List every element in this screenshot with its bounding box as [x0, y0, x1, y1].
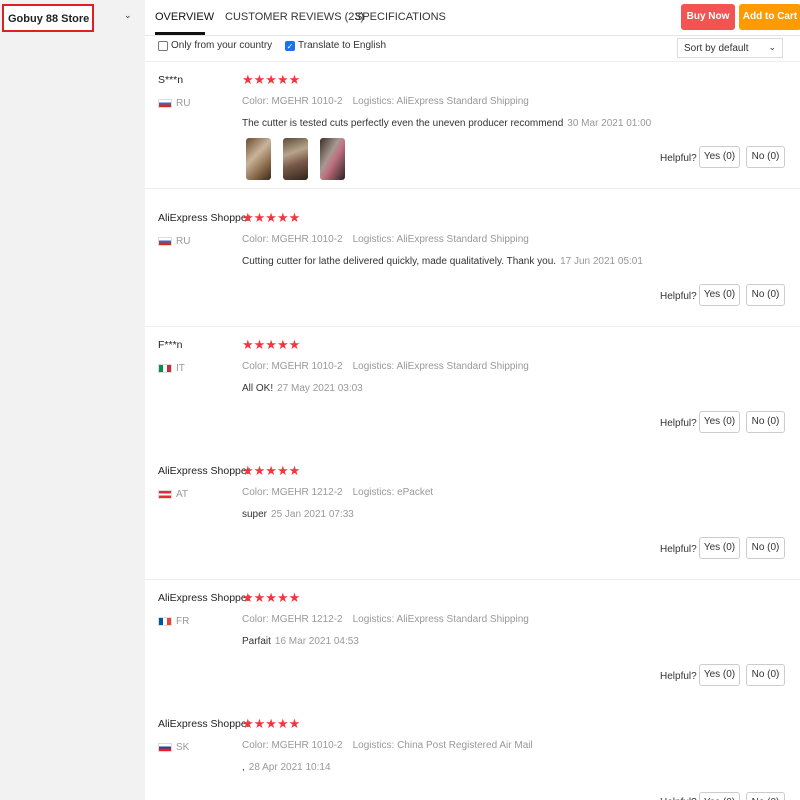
helpful-label: Helpful? — [660, 291, 697, 302]
review-meta: Color: MGEHR 1010-2 Logistics: AliExpress… — [242, 96, 529, 107]
filter-bar: Only from your country ✓ Translate to En… — [145, 36, 800, 62]
store-panel: Gobuy 88 Store ⌄ — [0, 0, 145, 800]
reviewer-name: S***n — [158, 74, 184, 86]
translate-checkbox[interactable]: ✓ — [285, 41, 295, 51]
helpful-label: Helpful? — [660, 671, 697, 682]
review-date: 28 Apr 2021 10:14 — [248, 762, 331, 773]
helpful-no-button[interactable]: No (0) — [746, 792, 785, 800]
tab-overview[interactable]: OVERVIEW — [155, 11, 214, 23]
rating-stars: ★★★★★ — [242, 463, 301, 478]
helpful-yes-button[interactable]: Yes (0) — [699, 664, 740, 686]
helpful-yes-button[interactable]: Yes (0) — [699, 537, 740, 559]
helpful-yes-button[interactable]: Yes (0) — [699, 411, 740, 433]
rating-stars: ★★★★★ — [242, 337, 301, 352]
helpful-label: Helpful? — [660, 153, 697, 164]
rating-stars: ★★★★★ — [242, 72, 301, 87]
flag-ru-icon — [158, 99, 172, 108]
review-meta: Color: MGEHR 1010-2 Logistics: China Post… — [242, 740, 533, 751]
only-country-checkbox[interactable] — [158, 41, 168, 51]
review-text: All OK! 27 May 2021 03:03 — [242, 383, 363, 394]
rating-stars: ★★★★★ — [242, 590, 301, 605]
review-photo[interactable] — [320, 138, 345, 180]
review-meta: Color: MGEHR 1212-2 Logistics: AliExpress… — [242, 614, 529, 625]
helpful-no-button[interactable]: No (0) — [746, 146, 785, 168]
review-item: AliExpress Shopper AT ★★★★★ Color: MGEHR… — [145, 453, 800, 580]
review-text: super 25 Jan 2021 07:33 — [242, 509, 354, 520]
review-date: 16 Mar 2021 04:53 — [274, 636, 359, 647]
rating-stars: ★★★★★ — [242, 716, 301, 731]
flag-sk-icon — [158, 743, 172, 752]
flag-at-icon — [158, 490, 172, 499]
review-item: F***n IT ★★★★★ Color: MGEHR 1010-2 Logist… — [145, 327, 800, 454]
review-photo[interactable] — [246, 138, 271, 180]
reviewer-name: F***n — [158, 339, 183, 351]
reviewer-name: AliExpress Shopper — [158, 465, 251, 477]
top-nav: OVERVIEW CUSTOMER REVIEWS (23) SPECIFICA… — [145, 0, 800, 36]
reviewer-name: AliExpress Shopper — [158, 212, 251, 224]
review-date: 27 May 2021 03:03 — [277, 383, 363, 394]
review-item: AliExpress Shopper FR ★★★★★ Color: MGEHR… — [145, 580, 800, 707]
sort-select[interactable]: Sort by default ⌄ — [677, 38, 783, 58]
tab-specifications[interactable]: SPECIFICATIONS — [355, 11, 446, 23]
store-name[interactable]: Gobuy 88 Store — [8, 13, 89, 25]
sort-select-label: Sort by default — [684, 43, 749, 54]
chevron-down-icon: ⌄ — [768, 42, 776, 52]
review-date: 30 Mar 2021 01:00 — [567, 118, 652, 129]
add-to-cart-button[interactable]: Add to Cart — [739, 4, 800, 30]
review-text: Cutting cutter for lathe delivered quick… — [242, 256, 643, 267]
active-tab-underline — [155, 32, 205, 35]
review-meta: Color: MGEHR 1212-2 Logistics: ePacket — [242, 487, 434, 498]
helpful-yes-button[interactable]: Yes (0) — [699, 792, 740, 800]
review-text: The cutter is tested cuts perfectly even… — [242, 118, 652, 129]
reviewer-name: AliExpress Shopper — [158, 592, 251, 604]
helpful-no-button[interactable]: No (0) — [746, 284, 785, 306]
review-meta: Color: MGEHR 1010-2 Logistics: AliExpress… — [242, 361, 529, 372]
review-item: S***n RU ★★★★★ Color: MGEHR 1010-2 Logist… — [145, 62, 800, 189]
only-country-label: Only from your country — [171, 40, 273, 51]
flag-it-icon — [158, 364, 172, 373]
review-text: Parfait 16 Mar 2021 04:53 — [242, 636, 359, 647]
review-item: AliExpress Shopper RU ★★★★★ Color: MGEHR… — [145, 200, 800, 327]
helpful-no-button[interactable]: No (0) — [746, 664, 785, 686]
helpful-no-button[interactable]: No (0) — [746, 537, 785, 559]
review-date: 25 Jan 2021 07:33 — [271, 509, 354, 520]
flag-fr-icon — [158, 617, 172, 626]
review-date: 17 Jun 2021 05:01 — [560, 256, 643, 267]
helpful-yes-button[interactable]: Yes (0) — [699, 146, 740, 168]
buy-now-button[interactable]: Buy Now — [681, 4, 735, 30]
translate-label: Translate to English — [298, 40, 387, 51]
review-meta: Color: MGEHR 1010-2 Logistics: AliExpress… — [242, 234, 529, 245]
helpful-label: Helpful? — [660, 544, 697, 555]
review-text: , 28 Apr 2021 10:14 — [242, 762, 331, 773]
helpful-label: Helpful? — [660, 418, 697, 429]
reviewer-name: AliExpress Shopper — [158, 718, 251, 730]
review-photo[interactable] — [283, 138, 308, 180]
rating-stars: ★★★★★ — [242, 210, 301, 225]
review-item: AliExpress Shopper SK ★★★★★ Color: MGEHR… — [145, 706, 800, 800]
chevron-down-icon[interactable]: ⌄ — [124, 10, 132, 21]
tab-customer-reviews[interactable]: CUSTOMER REVIEWS (23) — [225, 11, 364, 23]
flag-ru-icon — [158, 237, 172, 246]
helpful-no-button[interactable]: No (0) — [746, 411, 785, 433]
helpful-yes-button[interactable]: Yes (0) — [699, 284, 740, 306]
